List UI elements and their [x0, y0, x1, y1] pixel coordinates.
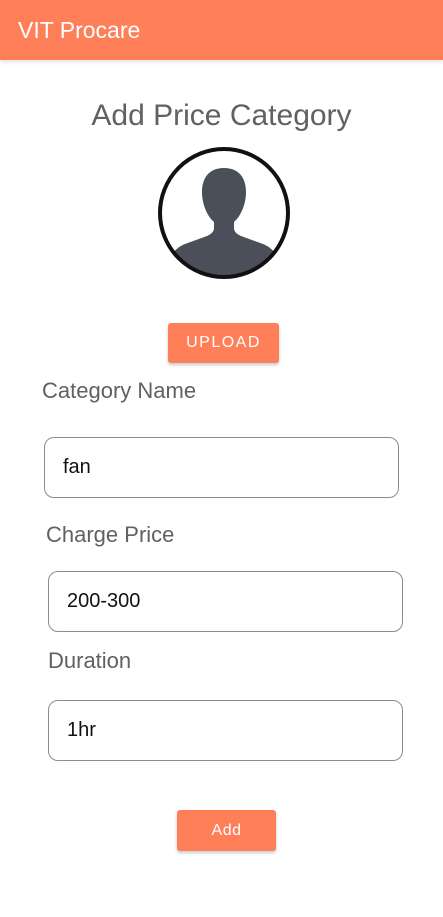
add-button[interactable]: Add — [177, 810, 276, 851]
app-bar: VIT Procare — [0, 0, 443, 60]
charge-price-input[interactable] — [48, 571, 403, 632]
category-name-input[interactable] — [44, 437, 399, 498]
charge-price-label: Charge Price — [46, 522, 175, 547]
app-title: VIT Procare — [18, 17, 141, 43]
avatar — [157, 146, 291, 280]
duration-input[interactable] — [48, 700, 403, 761]
duration-label: Duration — [48, 648, 132, 673]
category-name-label: Category Name — [42, 378, 197, 403]
upload-button[interactable]: UPLOAD — [168, 323, 279, 363]
person-silhouette-icon — [158, 147, 290, 279]
page-title: Add Price Category — [91, 99, 352, 132]
